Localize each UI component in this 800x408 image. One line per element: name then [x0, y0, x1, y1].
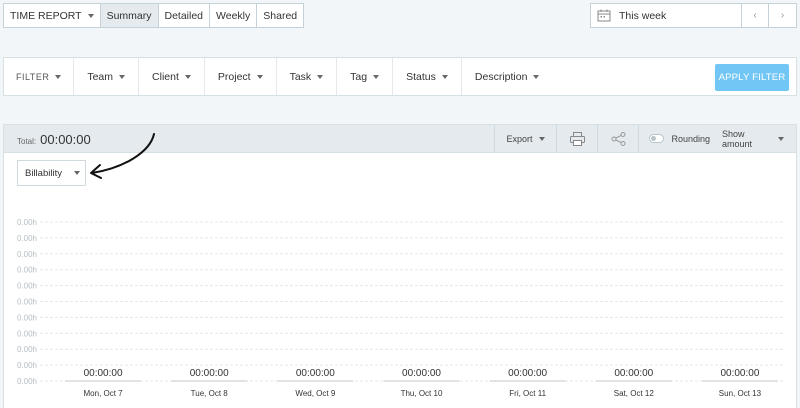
y-tick-label: 0.00h: [17, 266, 37, 275]
annotation-arrow-icon: [90, 133, 155, 179]
y-tick-label: 0.00h: [17, 282, 37, 291]
y-tick-label: 0.00h: [17, 313, 37, 322]
x-tick-label: Mon, Oct 7: [84, 389, 124, 398]
x-tick-label: Fri, Oct 11: [509, 389, 546, 398]
bar-value-label: 00:00:00: [190, 368, 229, 379]
y-tick-label: 0.00h: [17, 329, 37, 338]
y-tick-label: 0.00h: [17, 234, 37, 243]
x-tick-label: Sat, Oct 12: [614, 389, 655, 398]
bar-value-label: 00:00:00: [84, 368, 123, 379]
time-chart: 0.00h 0.00h 0.00h 0.00h 0.00h 0.00h 0.00h 0.00h…: [17, 218, 783, 398]
y-tick-label: 0.00h: [17, 298, 37, 307]
y-tick-label: 0.00h: [17, 361, 37, 370]
y-tick-label: 0.00h: [17, 345, 37, 354]
y-tick-label: 0.00h: [17, 218, 37, 227]
bar-value-label: 00:00:00: [508, 368, 547, 379]
x-tick-label: Tue, Oct 8: [191, 389, 229, 398]
x-tick-label: Sun, Oct 13: [719, 389, 762, 398]
x-tick-label: Wed, Oct 9: [295, 389, 335, 398]
y-tick-label: 0.00h: [17, 250, 37, 259]
bar-value-label: 00:00:00: [296, 368, 335, 379]
bar-value-label: 00:00:00: [720, 368, 759, 379]
bar-value-label: 00:00:00: [614, 368, 653, 379]
y-tick-label: 0.00h: [17, 377, 37, 386]
x-tick-label: Thu, Oct 10: [401, 389, 443, 398]
bar-value-label: 00:00:00: [402, 368, 441, 379]
